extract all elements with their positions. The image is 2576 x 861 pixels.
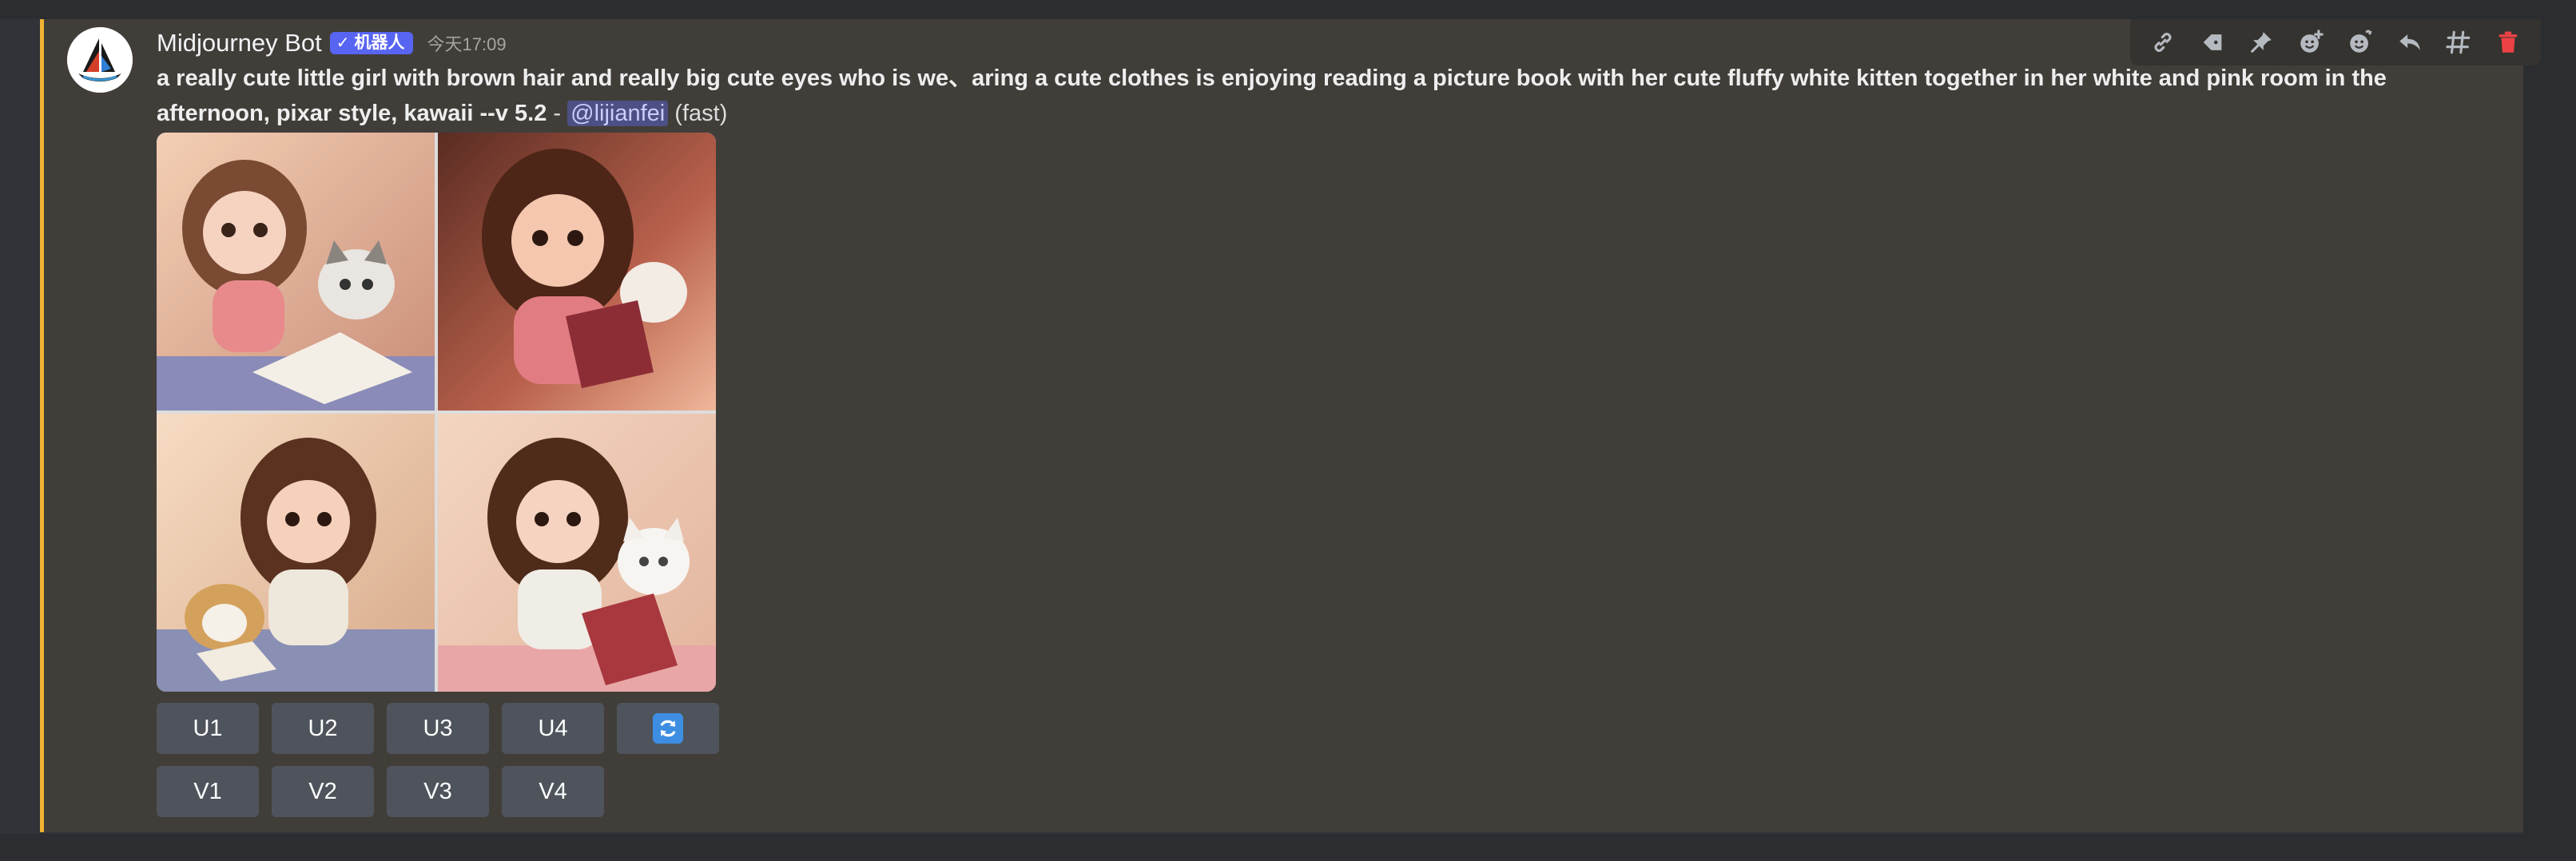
image-grid[interactable] [157, 133, 716, 692]
bot-badge-label: 机器人 [354, 34, 405, 52]
bot-badge: ✓ 机器人 [329, 32, 413, 54]
variation-buttons: V1 V2 V3 V4 [157, 766, 604, 817]
scrollbar-track[interactable] [2523, 0, 2576, 861]
generated-image-2 [438, 133, 716, 411]
delete-icon[interactable] [2489, 23, 2527, 62]
avatar[interactable] [67, 27, 133, 93]
generated-image-4 [438, 414, 716, 692]
message-actions-toolbar [2130, 19, 2541, 65]
generated-image-1 [157, 133, 435, 411]
bottom-edge [0, 834, 2576, 861]
prompt-text: a really cute little girl with brown hai… [157, 65, 2387, 126]
u4-button[interactable]: U4 [502, 703, 604, 754]
separator: - [547, 101, 568, 126]
image-tile-3[interactable] [157, 414, 435, 692]
image-tile-2[interactable] [438, 133, 716, 411]
v1-button[interactable]: V1 [157, 766, 259, 817]
username[interactable]: Midjourney Bot [157, 29, 322, 58]
u2-button[interactable]: U2 [272, 703, 374, 754]
add-reaction-icon[interactable] [2292, 23, 2330, 62]
upscale-buttons: U1 U2 U3 U4 [157, 703, 719, 754]
midjourney-logo-icon [67, 27, 133, 93]
link-icon[interactable] [2144, 23, 2182, 62]
message-header: Midjourney Bot ✓ 机器人 今天17:09 [157, 26, 507, 61]
verified-check-icon: ✓ [336, 34, 350, 52]
reroll-button[interactable] [617, 703, 719, 754]
refresh-icon [653, 713, 683, 744]
v2-button[interactable]: V2 [272, 766, 374, 817]
pin-icon[interactable] [2242, 23, 2280, 62]
reply-icon[interactable] [2391, 23, 2429, 62]
super-reaction-icon[interactable] [2341, 23, 2379, 62]
message-content: a really cute little girl with brown hai… [157, 61, 2474, 131]
message: Midjourney Bot ✓ 机器人 今天17:09 a really cu… [40, 19, 2541, 832]
mention-highlight-bar [40, 19, 44, 832]
v4-button[interactable]: V4 [502, 766, 604, 817]
user-mention[interactable]: @lijianfei [567, 101, 669, 126]
image-tile-4[interactable] [438, 414, 716, 692]
tag-icon[interactable] [2193, 23, 2232, 62]
create-thread-icon[interactable] [2439, 23, 2478, 62]
mode-label: (fast) [674, 101, 728, 126]
v3-button[interactable]: V3 [387, 766, 489, 817]
image-tile-1[interactable] [157, 133, 435, 411]
top-edge [0, 0, 2576, 19]
generated-image-3 [157, 414, 435, 692]
u1-button[interactable]: U1 [157, 703, 259, 754]
u3-button[interactable]: U3 [387, 703, 489, 754]
timestamp: 今天17:09 [427, 34, 507, 54]
